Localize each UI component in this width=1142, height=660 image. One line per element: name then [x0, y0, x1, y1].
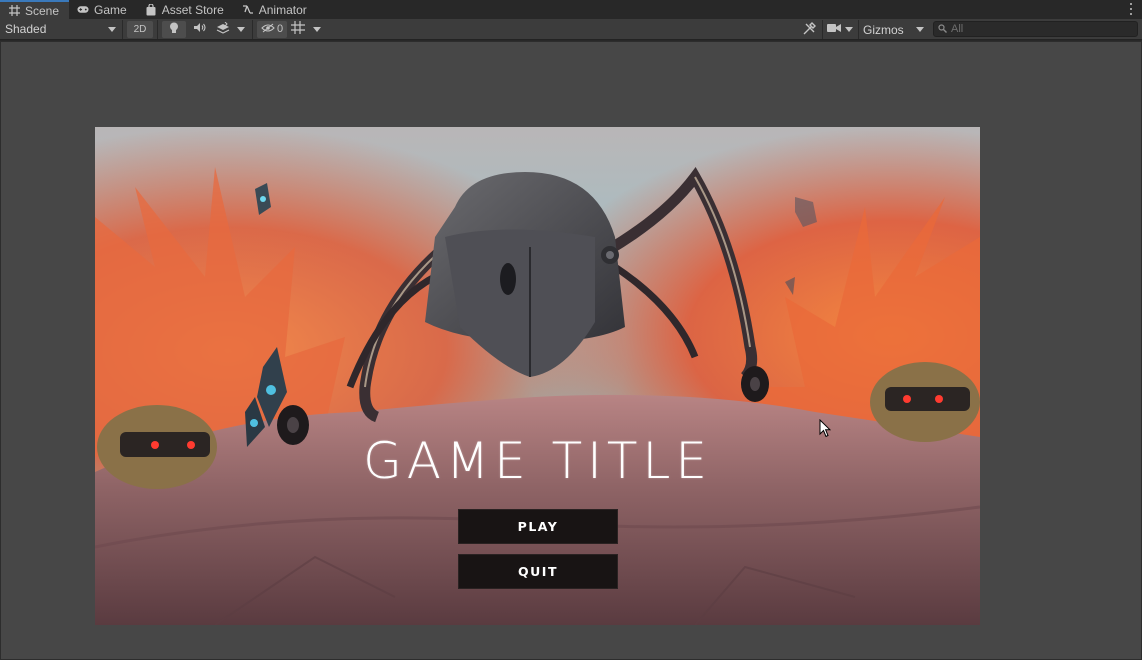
- scene-visibility-button[interactable]: 0: [257, 20, 287, 38]
- divider: [122, 19, 123, 39]
- chevron-down-icon: [845, 27, 853, 32]
- camera-dropdown[interactable]: [843, 21, 855, 38]
- gamepad-icon: [77, 4, 89, 16]
- animator-icon: [242, 4, 254, 16]
- audio-toggle-button[interactable]: [186, 21, 212, 38]
- hidden-count: 0: [276, 23, 284, 35]
- camera-icon: [827, 23, 841, 36]
- tab-animator[interactable]: Animator: [234, 0, 317, 19]
- tab-asset-store[interactable]: Asset Store: [137, 0, 234, 19]
- search-input[interactable]: [951, 23, 1131, 35]
- background-artwork: [95, 127, 980, 625]
- divider: [858, 20, 859, 39]
- tab-scene-label: Scene: [25, 3, 60, 18]
- shopping-bag-icon: [145, 3, 157, 16]
- camera-button[interactable]: [825, 21, 843, 38]
- chevron-down-icon: [108, 26, 116, 32]
- tab-asset-store-label: Asset Store: [161, 2, 224, 17]
- quit-button[interactable]: QUIT: [458, 554, 618, 589]
- effects-toggle-button[interactable]: [212, 21, 234, 38]
- grid-dropdown[interactable]: [309, 21, 325, 38]
- chevron-down-icon: [916, 27, 924, 32]
- scene-toolbar: Shaded 2D 0 Gizmos All: [0, 19, 1142, 40]
- tab-game-label: Game: [94, 2, 127, 17]
- layers-icon: [216, 21, 230, 37]
- gizmos-label: Gizmos: [863, 22, 904, 37]
- chevron-down-icon: [313, 26, 321, 32]
- divider: [822, 20, 823, 39]
- more-options-icon[interactable]: [1128, 2, 1134, 16]
- tab-animator-label: Animator: [258, 2, 307, 17]
- scene-view[interactable]: GAME TITLE PLAY QUIT: [0, 41, 1142, 660]
- eye-hidden-icon: [261, 23, 275, 36]
- toggle-2d-button[interactable]: 2D: [127, 20, 153, 38]
- draw-mode-label: Shaded: [5, 22, 47, 36]
- grid-snap-icon: [291, 21, 305, 37]
- mouse-cursor-icon: [819, 418, 832, 441]
- draw-mode-dropdown[interactable]: Shaded: [0, 20, 122, 39]
- play-button[interactable]: PLAY: [458, 509, 618, 544]
- divider: [252, 19, 253, 39]
- effects-dropdown[interactable]: [234, 21, 248, 38]
- gizmos-dropdown[interactable]: Gizmos: [862, 20, 928, 39]
- tab-game[interactable]: Game: [69, 0, 137, 19]
- tools-icon: [803, 21, 816, 38]
- lighting-toggle-button[interactable]: [162, 20, 186, 38]
- tools-button[interactable]: [798, 21, 820, 38]
- editor-tab-bar: Scene Game Asset Store Animator: [0, 0, 1142, 19]
- grid-icon: [8, 5, 20, 17]
- divider: [157, 19, 158, 39]
- search-icon: [938, 22, 947, 36]
- toolbar-right-group: Gizmos: [798, 20, 928, 39]
- speaker-icon: [193, 22, 206, 36]
- chevron-down-icon: [237, 26, 245, 32]
- toggle-2d-label: 2D: [133, 23, 147, 35]
- tab-scene[interactable]: Scene: [0, 0, 70, 19]
- grid-toggle-button[interactable]: [287, 21, 309, 38]
- game-title: GAME TITLE: [363, 432, 712, 490]
- scene-search-field[interactable]: [933, 21, 1138, 37]
- light-bulb-icon: [169, 22, 179, 37]
- game-canvas: GAME TITLE PLAY QUIT: [95, 127, 980, 625]
